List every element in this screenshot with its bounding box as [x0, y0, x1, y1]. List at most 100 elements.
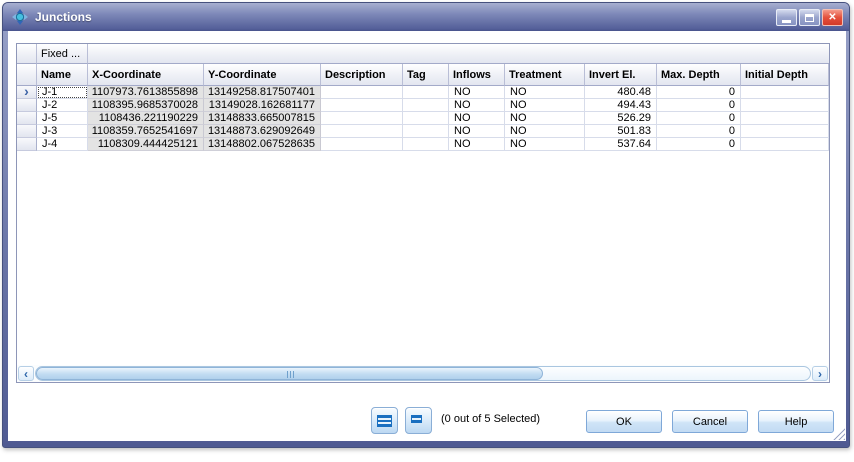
column-header-tag[interactable]: Tag — [403, 64, 449, 86]
grid-cell-y[interactable]: 13148833.665007815 — [204, 112, 321, 125]
grid-cell-name[interactable]: J-5 — [37, 112, 88, 125]
grid-cell-treatment[interactable]: NO — [505, 86, 585, 99]
grid-cell-inflows[interactable]: NO — [449, 112, 505, 125]
scrollbar-track[interactable] — [35, 366, 811, 381]
grid-cell-treatment[interactable]: NO — [505, 125, 585, 138]
table-row: J-31108359.765254169713148873.629092649 N… — [17, 125, 829, 138]
select-all-button[interactable] — [371, 407, 398, 434]
grid-cell-treatment[interactable]: NO — [505, 112, 585, 125]
grid-cell-max_depth[interactable]: 0 — [657, 99, 741, 112]
grid-cell-inflows[interactable]: NO — [449, 99, 505, 112]
scrollbar-thumb[interactable] — [36, 367, 543, 380]
grid-cell-invert_el[interactable]: 494.43 — [585, 99, 657, 112]
grid-cell-tag[interactable] — [403, 99, 449, 112]
grid-cell-initial_depth[interactable] — [741, 86, 829, 99]
grid-cell-x[interactable]: 1108395.9685370028 — [88, 99, 204, 112]
minimize-icon — [782, 20, 791, 23]
window-title: Junctions — [35, 10, 92, 24]
grid-cell-name[interactable]: J-2 — [37, 99, 88, 112]
grid-cell-name[interactable]: J-1 — [37, 86, 88, 99]
junction-icon — [12, 9, 28, 25]
grid-cell-description[interactable] — [321, 138, 403, 151]
grid-cell-invert_el[interactable]: 537.64 — [585, 138, 657, 151]
grid-cell-tag[interactable] — [403, 125, 449, 138]
row-selector[interactable] — [17, 112, 37, 125]
maximize-icon — [805, 14, 814, 22]
grid-cell-name[interactable]: J-3 — [37, 125, 88, 138]
column-header-inflows[interactable]: Inflows — [449, 64, 505, 86]
column-header-y[interactable]: Y-Coordinate — [204, 64, 321, 86]
grid-cell-treatment[interactable]: NO — [505, 99, 585, 112]
grid-cell-inflows[interactable]: NO — [449, 125, 505, 138]
select-none-button[interactable] — [405, 407, 432, 434]
grid-cell-max_depth[interactable]: 0 — [657, 125, 741, 138]
select-partial-rows-icon — [411, 415, 426, 427]
grid-cell-x[interactable]: 1108359.7652541697 — [88, 125, 204, 138]
column-header-x[interactable]: X-Coordinate — [88, 64, 204, 86]
grid-cell-tag[interactable] — [403, 138, 449, 151]
horizontal-scrollbar[interactable]: ‹ › — [17, 365, 829, 382]
grid-cell-tag[interactable] — [403, 112, 449, 125]
grid-cell-max_depth[interactable]: 0 — [657, 86, 741, 99]
grid-cell-invert_el[interactable]: 526.29 — [585, 112, 657, 125]
grid-cell-name[interactable]: J-4 — [37, 138, 88, 151]
grid-cell-max_depth[interactable]: 0 — [657, 112, 741, 125]
grid-cell-x[interactable]: 1108436.221190229 — [88, 112, 204, 125]
grid-cell-initial_depth[interactable] — [741, 138, 829, 151]
grid-empty-area — [17, 151, 829, 365]
row-selector[interactable]: › — [17, 86, 37, 99]
minimize-button[interactable] — [776, 9, 797, 26]
titlebar[interactable]: Junctions ✕ — [3, 3, 849, 31]
grid-cell-x[interactable]: 1108309.444425121 — [88, 138, 204, 151]
grid-cell-description[interactable] — [321, 86, 403, 99]
grid-cell-tag[interactable] — [403, 86, 449, 99]
scroll-right-arrow[interactable]: › — [812, 366, 828, 381]
grid-cell-initial_depth[interactable] — [741, 112, 829, 125]
table-row: J-41108309.44442512113148802.067528635 NO… — [17, 138, 829, 151]
ok-button[interactable]: OK — [586, 410, 662, 433]
grid-cell-max_depth[interactable]: 0 — [657, 138, 741, 151]
table-row: J-21108395.968537002813149028.162681177 N… — [17, 99, 829, 112]
close-icon: ✕ — [828, 13, 836, 23]
band-filler — [88, 44, 829, 64]
column-header-invert_el[interactable]: Invert El. — [585, 64, 657, 86]
junctions-grid: Fixed ... NameX-CoordinateY-CoordinateDe… — [16, 43, 830, 383]
maximize-button[interactable] — [799, 9, 820, 26]
help-button[interactable]: Help — [758, 410, 834, 433]
column-header-treatment[interactable]: Treatment — [505, 64, 585, 86]
band-selector-spacer — [17, 44, 37, 64]
grid-cell-invert_el[interactable]: 501.83 — [585, 125, 657, 138]
row-selector[interactable] — [17, 99, 37, 112]
grid-cell-y[interactable]: 13149258.817507401 — [204, 86, 321, 99]
column-header-name[interactable]: Name — [37, 64, 88, 86]
close-button[interactable]: ✕ — [822, 9, 843, 26]
grid-cell-treatment[interactable]: NO — [505, 138, 585, 151]
grid-cell-invert_el[interactable]: 480.48 — [585, 86, 657, 99]
grid-cell-description[interactable] — [321, 112, 403, 125]
scroll-left-arrow[interactable]: ‹ — [18, 366, 34, 381]
grid-cell-y[interactable]: 13148873.629092649 — [204, 125, 321, 138]
row-selector[interactable] — [17, 125, 37, 138]
column-header-max_depth[interactable]: Max. Depth — [657, 64, 741, 86]
grid-cell-x[interactable]: 1107973.7613855898 — [88, 86, 204, 99]
grid-cell-initial_depth[interactable] — [741, 125, 829, 138]
grid-cell-inflows[interactable]: NO — [449, 138, 505, 151]
grid-cell-description[interactable] — [321, 125, 403, 138]
band-fixed[interactable]: Fixed ... — [37, 44, 88, 64]
grid-cell-initial_depth[interactable] — [741, 99, 829, 112]
resize-grip[interactable] — [833, 428, 845, 440]
grid-band-row: Fixed ... — [17, 44, 829, 64]
table-row: › J-11107973.761385589813149258.817507401… — [17, 86, 829, 99]
current-row-arrow-icon: › — [24, 84, 29, 98]
row-selector[interactable] — [17, 138, 37, 151]
column-header-initial_depth[interactable]: Initial Depth — [741, 64, 829, 86]
grid-cell-y[interactable]: 13148802.067528635 — [204, 138, 321, 151]
column-header-description[interactable]: Description — [321, 64, 403, 86]
grid-header-row: NameX-CoordinateY-CoordinateDescriptionT… — [17, 64, 829, 86]
page: Junctions ✕ Fixed ... NameX-CoordinateY-… — [0, 0, 854, 462]
cancel-button[interactable]: Cancel — [672, 410, 748, 433]
grid-cell-y[interactable]: 13149028.162681177 — [204, 99, 321, 112]
grid-cell-description[interactable] — [321, 99, 403, 112]
grid-cell-inflows[interactable]: NO — [449, 86, 505, 99]
scrollbar-grip-icon — [287, 371, 294, 378]
